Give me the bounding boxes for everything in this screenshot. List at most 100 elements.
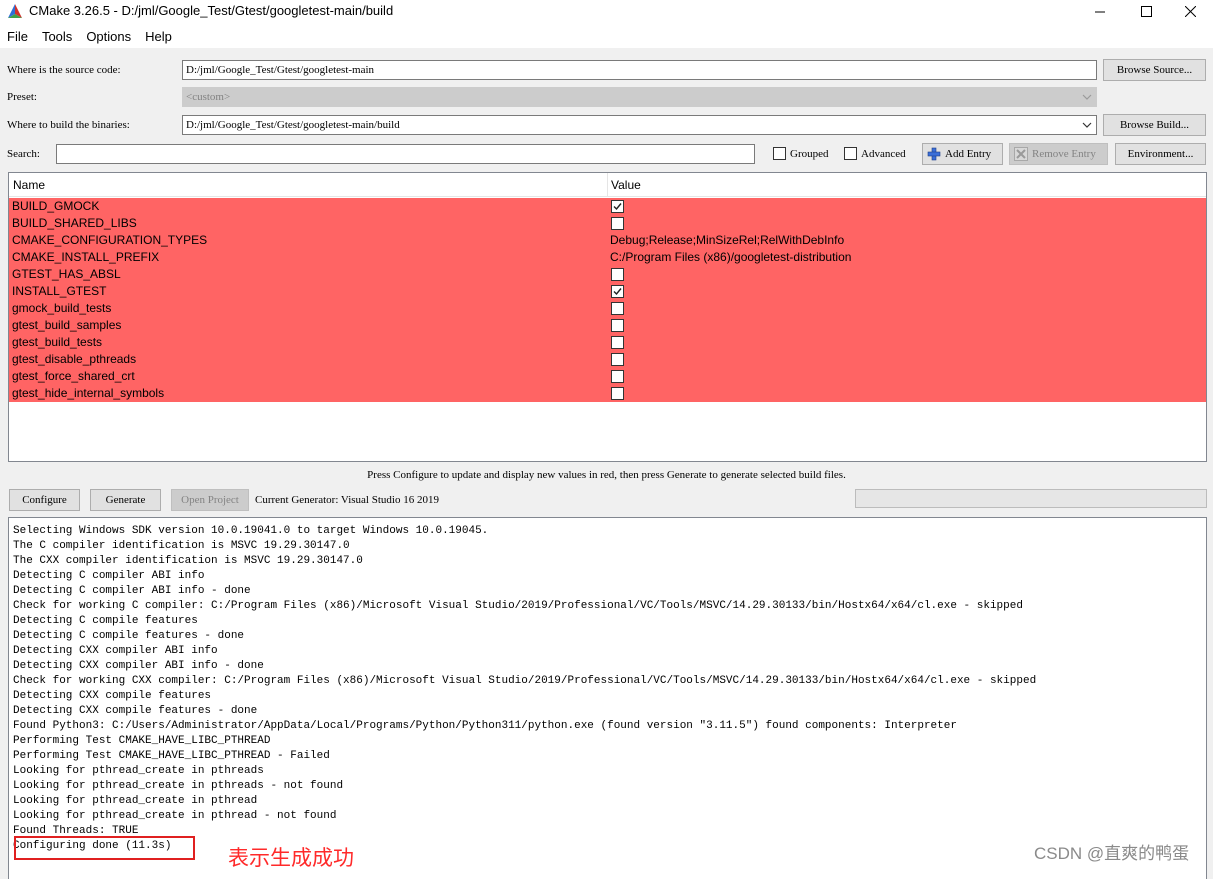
current-generator-label: Current Generator: Visual Studio 16 2019 xyxy=(255,494,439,506)
add-entry-label: Add Entry xyxy=(945,148,992,160)
menu-tools[interactable]: Tools xyxy=(35,26,79,48)
add-entry-button[interactable]: Add Entry xyxy=(922,143,1003,165)
log-line: Looking for pthread_create in pthread xyxy=(13,795,258,807)
row-value[interactable]: C:/Program Files (x86)/googletest-distri… xyxy=(610,249,851,266)
log-line: Detecting C compiler ABI info xyxy=(13,570,205,582)
row-name: gtest_build_samples xyxy=(12,318,122,332)
remove-entry-label: Remove Entry xyxy=(1032,148,1096,160)
build-path-value: D:/jml/Google_Test/Gtest/googletest-main… xyxy=(186,119,400,131)
table-row[interactable]: CMAKE_CONFIGURATION_TYPES Debug;Release;M… xyxy=(9,232,1206,249)
row-name: gtest_build_tests xyxy=(12,335,103,349)
table-row[interactable]: gtest_hide_internal_symbols xyxy=(9,385,1206,402)
open-project-button[interactable]: Open Project xyxy=(171,489,249,511)
table-row[interactable]: GTEST_HAS_ABSL xyxy=(9,266,1206,283)
table-row[interactable]: CMAKE_INSTALL_PREFIX C:/Program Files (x8… xyxy=(9,249,1206,266)
row-value-checkbox[interactable] xyxy=(611,353,624,366)
table-row[interactable]: gmock_build_tests xyxy=(9,300,1206,317)
search-label: Search: xyxy=(7,148,40,160)
row-value-checkbox[interactable] xyxy=(611,336,624,349)
log-line: Looking for pthread_create in pthread - … xyxy=(13,810,337,822)
row-name: gmock_build_tests xyxy=(12,301,112,315)
generate-button[interactable]: Generate xyxy=(90,489,161,511)
browse-build-button[interactable]: Browse Build... xyxy=(1103,114,1206,136)
log-line: Check for working CXX compiler: C:/Progr… xyxy=(13,675,1037,687)
log-line: The C compiler identification is MSVC 19… xyxy=(13,540,350,552)
build-label: Where to build the binaries: xyxy=(7,119,130,131)
configure-button[interactable]: Configure xyxy=(9,489,80,511)
menu-options[interactable]: Options xyxy=(79,26,138,48)
table-row[interactable]: BUILD_SHARED_LIBS xyxy=(9,215,1206,232)
row-name: BUILD_SHARED_LIBS xyxy=(12,216,137,230)
minimize-icon xyxy=(1094,11,1105,13)
log-line: The CXX compiler identification is MSVC … xyxy=(13,555,363,567)
menu-help[interactable]: Help xyxy=(138,26,179,48)
log-line: Check for working C compiler: C:/Program… xyxy=(13,600,1023,612)
maximize-button[interactable] xyxy=(1123,0,1169,23)
table-row[interactable]: gtest_force_shared_crt xyxy=(9,368,1206,385)
main-panel: Where is the source code: D:/jml/Google_… xyxy=(0,48,1213,879)
table-row[interactable]: BUILD_GMOCK xyxy=(9,198,1206,215)
row-name: gtest_disable_pthreads xyxy=(12,352,137,366)
table-body: BUILD_GMOCK BUILD_SHARED_LIBS CMAKE_CONFIG… xyxy=(9,198,1206,402)
row-name: gtest_force_shared_crt xyxy=(12,369,135,383)
log-line: Found Python3: C:/Users/Administrator/Ap… xyxy=(13,720,957,732)
environment-button[interactable]: Environment... xyxy=(1115,143,1206,165)
watermark: CSDN @直爽的鸭蛋 xyxy=(1034,844,1190,863)
preset-select: <custom> xyxy=(182,87,1097,107)
annotation-text: 表示生成成功 xyxy=(228,846,354,870)
table-row[interactable]: gtest_disable_pthreads xyxy=(9,351,1206,368)
title-bar: CMake 3.26.5 - D:/jml/Google_Test/Gtest/… xyxy=(0,0,1213,23)
menu-file[interactable]: File xyxy=(0,26,35,48)
build-path-combo[interactable]: D:/jml/Google_Test/Gtest/googletest-main… xyxy=(182,115,1097,135)
table-row[interactable]: INSTALL_GTEST xyxy=(9,283,1206,300)
minimize-button[interactable] xyxy=(1077,0,1123,23)
window-title: CMake 3.26.5 - D:/jml/Google_Test/Gtest/… xyxy=(29,3,394,18)
log-line: Detecting CXX compiler ABI info xyxy=(13,645,218,657)
row-value-checkbox[interactable] xyxy=(611,319,624,332)
grouped-label: Grouped xyxy=(790,148,829,160)
row-value-checkbox[interactable] xyxy=(611,285,624,298)
checkmark-icon xyxy=(613,288,622,296)
menu-bar: File Tools Options Help xyxy=(0,26,1213,48)
log-line: Performing Test CMAKE_HAVE_LIBC_PTHREAD xyxy=(13,735,271,747)
row-value-checkbox[interactable] xyxy=(611,217,624,230)
row-value[interactable]: Debug;Release;MinSizeRel;RelWithDebInfo xyxy=(610,232,844,249)
row-name: CMAKE_CONFIGURATION_TYPES xyxy=(12,233,208,247)
output-log[interactable]: Selecting Windows SDK version 10.0.19041… xyxy=(8,517,1207,879)
column-header-value[interactable]: Value xyxy=(607,173,641,197)
search-input[interactable] xyxy=(56,144,755,164)
preset-value: <custom> xyxy=(186,91,231,103)
table-row[interactable]: gtest_build_samples xyxy=(9,317,1206,334)
row-value-checkbox[interactable] xyxy=(611,387,624,400)
log-line: Detecting C compiler ABI info - done xyxy=(13,585,251,597)
table-row[interactable]: gtest_build_tests xyxy=(9,334,1206,351)
remove-entry-button[interactable]: Remove Entry xyxy=(1009,143,1108,165)
row-value-checkbox[interactable] xyxy=(611,268,624,281)
log-line: Detecting CXX compiler ABI info - done xyxy=(13,660,264,672)
log-line: Selecting Windows SDK version 10.0.19041… xyxy=(13,525,489,537)
table-header: Name Value xyxy=(9,173,1206,197)
close-button[interactable] xyxy=(1167,0,1213,23)
row-value-checkbox[interactable] xyxy=(611,200,624,213)
source-path-input[interactable]: D:/jml/Google_Test/Gtest/googletest-main xyxy=(182,60,1097,80)
advanced-label: Advanced xyxy=(861,148,906,160)
row-value-checkbox[interactable] xyxy=(611,370,624,383)
log-line: Detecting CXX compile features xyxy=(13,690,212,702)
row-name: BUILD_GMOCK xyxy=(12,199,100,213)
log-line: Looking for pthread_create in pthreads xyxy=(13,765,264,777)
grouped-checkbox[interactable] xyxy=(773,147,786,160)
highlight-box xyxy=(14,836,195,860)
cache-variables-table[interactable]: Name Value BUILD_GMOCK BUILD_SHARED_LIBS C… xyxy=(8,172,1207,462)
source-label: Where is the source code: xyxy=(7,64,121,76)
log-lines: Selecting Windows SDK version 10.0.19041… xyxy=(13,524,1036,854)
progress-bar xyxy=(855,489,1207,508)
advanced-checkbox[interactable] xyxy=(844,147,857,160)
browse-source-button[interactable]: Browse Source... xyxy=(1103,59,1206,81)
row-value-checkbox[interactable] xyxy=(611,302,624,315)
close-icon xyxy=(1184,6,1196,17)
log-line: Performing Test CMAKE_HAVE_LIBC_PTHREAD … xyxy=(13,750,330,762)
row-name: CMAKE_INSTALL_PREFIX xyxy=(12,250,160,264)
column-header-name[interactable]: Name xyxy=(9,173,45,197)
maximize-icon xyxy=(1140,6,1152,17)
preset-label: Preset: xyxy=(7,91,37,103)
